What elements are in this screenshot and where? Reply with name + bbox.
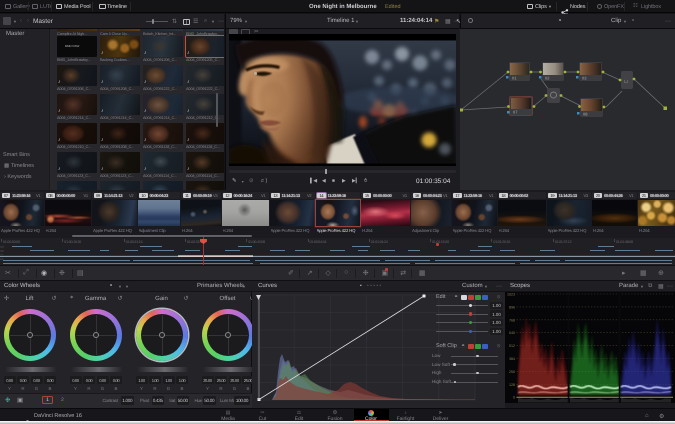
svg-text:1023: 1023 bbox=[507, 293, 515, 297]
svg-text:384: 384 bbox=[509, 357, 515, 361]
svg-text:640: 640 bbox=[509, 331, 515, 335]
svg-text:768: 768 bbox=[509, 318, 515, 322]
svg-text:08: 08 bbox=[583, 112, 588, 117]
svg-text:0: 0 bbox=[513, 396, 515, 400]
svg-text:01: 01 bbox=[512, 76, 517, 81]
svg-text:02: 02 bbox=[545, 76, 550, 81]
svg-text:03: 03 bbox=[582, 76, 587, 81]
svg-text:896: 896 bbox=[509, 305, 515, 309]
svg-text:128: 128 bbox=[509, 383, 515, 387]
svg-text:⊔: ⊔ bbox=[624, 79, 628, 85]
svg-text:512: 512 bbox=[509, 344, 515, 348]
svg-text:256: 256 bbox=[509, 370, 515, 374]
svg-text:07: 07 bbox=[513, 110, 518, 115]
